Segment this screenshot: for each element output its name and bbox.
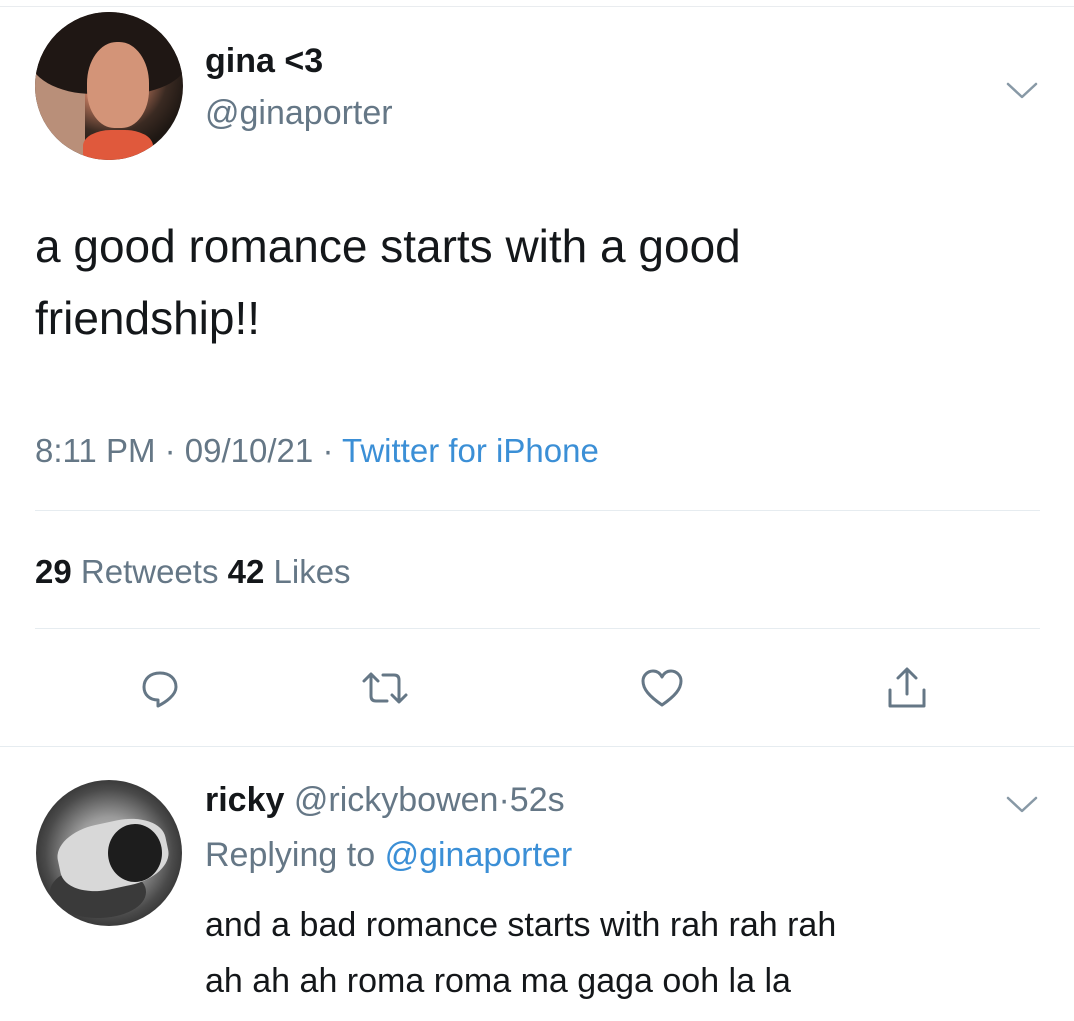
heart-icon [641,669,683,707]
retweet-arrows-icon [362,672,408,704]
divider [0,746,1074,747]
tweet-source-link[interactable]: Twitter for iPhone [342,432,599,469]
chevron-down-icon[interactable] [1005,80,1039,102]
likes-count: 42 [227,553,265,590]
like-button[interactable] [637,663,687,713]
meta-separator: · [164,432,176,469]
reply-display-name[interactable]: ricky [205,781,284,819]
reply-text: and a bad romance starts with rah rah ra… [205,897,1035,1009]
tweet-date: 09/10/21 [184,432,314,469]
chevron-down-icon[interactable] [1005,794,1039,816]
author-handle[interactable]: @ginaporter [205,94,393,133]
author-display-name[interactable]: gina <3 [205,42,323,81]
retweets-label: Retweets [80,553,219,590]
reply-text-line: and a bad romance starts with rah rah ra… [205,906,837,944]
tweet-time: 8:11 PM [35,432,156,469]
tweet-text-line: a good romance starts with a good [35,220,741,272]
likes-stat[interactable]: 42 Likes [228,553,351,590]
retweets-stat[interactable]: 29 Retweets [35,553,218,590]
retweet-button[interactable] [360,663,410,713]
replying-prefix: Replying to [205,836,376,874]
tweet-text-line: friendship!! [35,292,261,344]
author-avatar[interactable] [35,12,183,160]
top-divider [0,6,1074,7]
meta-separator: · [322,432,334,469]
share-upload-icon [888,667,926,708]
tweet-meta: 8:11 PM · 09/10/21 · Twitter for iPhone [35,432,599,470]
reply-separator: · [498,781,510,819]
share-button[interactable] [882,663,932,713]
replying-to: Replying to @ginaporter [205,836,572,875]
likes-label: Likes [273,553,351,590]
replying-to-mention[interactable]: @ginaporter [385,836,573,874]
reply-handle[interactable]: @rickybowen [294,781,499,819]
tweet-stats: 29 Retweets 42 Likes [35,553,351,591]
reply-author-avatar[interactable] [36,780,182,926]
tweet-text: a good romance starts with a good friend… [35,210,1015,354]
divider [35,628,1040,629]
reply-button[interactable] [135,663,185,713]
divider [35,510,1040,511]
speech-bubble-icon [142,671,178,708]
reply-header: ricky @rickybowen·52s [205,781,565,820]
reply-text-line: ah ah ah roma roma ma gaga ooh la la [205,962,791,1000]
reply-age[interactable]: 52s [510,781,565,819]
retweets-count: 29 [35,553,72,590]
